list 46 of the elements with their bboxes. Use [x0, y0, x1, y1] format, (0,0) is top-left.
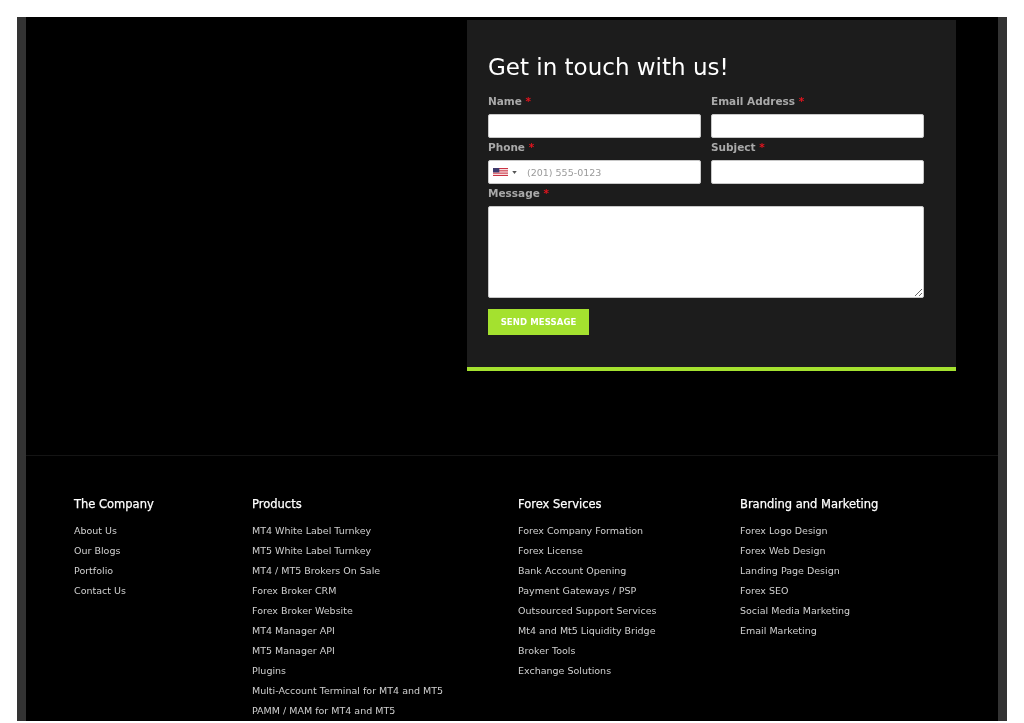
- footer-link[interactable]: Bank Account Opening: [518, 561, 627, 581]
- phone-input[interactable]: (201) 555-0123: [488, 160, 701, 184]
- footer-link[interactable]: Multi-Account Terminal for MT4 and MT5: [252, 681, 444, 701]
- footer-link[interactable]: Portfolio: [74, 561, 114, 581]
- footer-heading: Forex Services: [518, 496, 602, 513]
- footer-link[interactable]: About Us: [74, 521, 117, 541]
- footer-link[interactable]: Payment Gateways / PSP: [518, 581, 637, 601]
- field-label: Message *: [488, 186, 549, 201]
- footer-link[interactable]: Contact Us: [74, 581, 126, 601]
- field-label: Phone *: [488, 140, 535, 155]
- field-label: Email Address *: [711, 94, 805, 109]
- footer-link[interactable]: Forex SEO: [740, 581, 789, 601]
- flag-icon: [493, 168, 508, 176]
- form-title: Get in touch with us!: [488, 53, 729, 82]
- footer-link[interactable]: Forex Broker CRM: [252, 581, 337, 601]
- footer-heading: Products: [252, 496, 302, 513]
- text-input[interactable]: [711, 114, 924, 138]
- footer-link[interactable]: Plugins: [252, 661, 287, 681]
- footer-link[interactable]: MT4 White Label Turnkey: [252, 521, 372, 541]
- footer-link[interactable]: Email Marketing: [740, 621, 817, 641]
- caret-icon: [512, 170, 517, 174]
- footer-heading: The Company: [74, 496, 154, 513]
- footer-link[interactable]: Social Media Marketing: [740, 601, 851, 621]
- field-label: Name *: [488, 94, 532, 109]
- text-input[interactable]: [711, 160, 924, 184]
- message-textarea[interactable]: [488, 206, 924, 298]
- footer-link[interactable]: Forex Broker Website: [252, 601, 353, 621]
- footer-link[interactable]: Our Blogs: [74, 541, 121, 561]
- footer-link[interactable]: Landing Page Design: [740, 561, 840, 581]
- footer-heading: Branding and Marketing: [740, 496, 879, 513]
- footer-link[interactable]: MT4 Manager API: [252, 621, 335, 641]
- footer-link[interactable]: Forex Web Design: [740, 541, 826, 561]
- footer-link[interactable]: Mt4 and Mt5 Liquidity Bridge: [518, 621, 656, 641]
- footer-link[interactable]: MT4 / MT5 Brokers On Sale: [252, 561, 381, 581]
- footer-link[interactable]: MT5 Manager API: [252, 641, 335, 661]
- country-selector[interactable]: [493, 168, 517, 176]
- footer-link[interactable]: MT5 White Label Turnkey: [252, 541, 372, 561]
- footer-link[interactable]: PAMM / MAM for MT4 and MT5: [252, 701, 396, 721]
- field-label: Subject *: [711, 140, 765, 155]
- footer-link[interactable]: Exchange Solutions: [518, 661, 612, 681]
- footer-link[interactable]: Forex Logo Design: [740, 521, 828, 541]
- footer-link[interactable]: Outsourced Support Services: [518, 601, 657, 621]
- footer-link[interactable]: Broker Tools: [518, 641, 576, 661]
- footer-link[interactable]: Forex Company Formation: [518, 521, 644, 541]
- text-input[interactable]: [488, 114, 701, 138]
- footer-link[interactable]: Forex License: [518, 541, 583, 561]
